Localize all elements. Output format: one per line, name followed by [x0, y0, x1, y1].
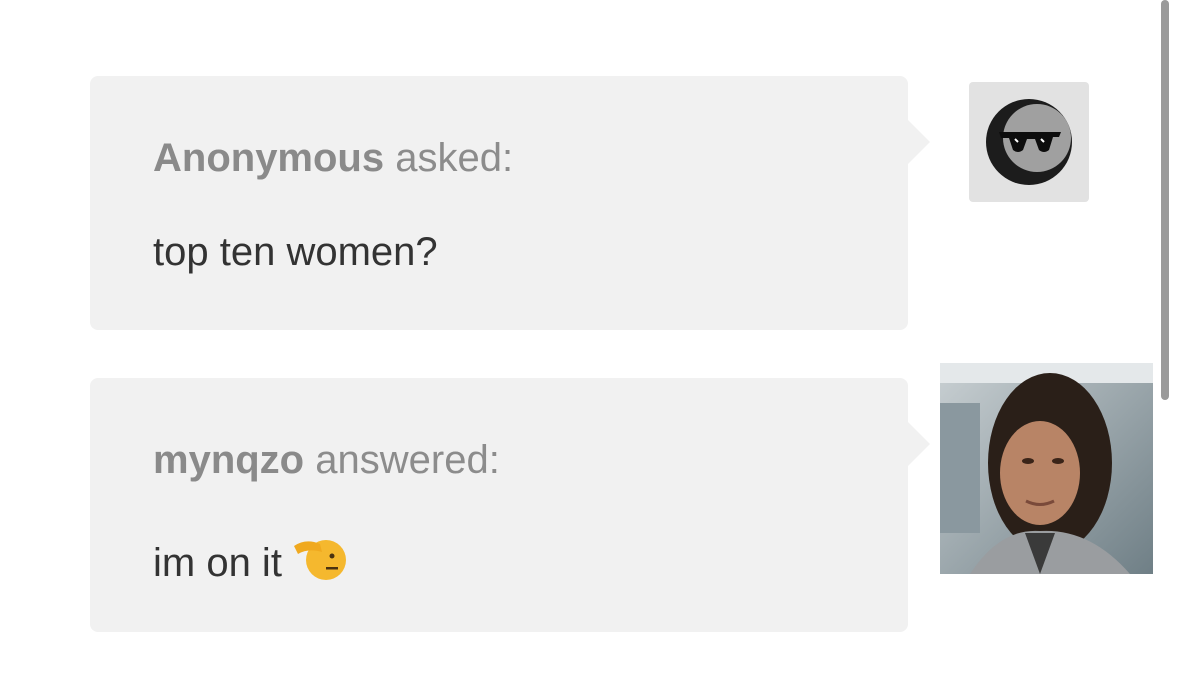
ask-thread: Anonymous asked: top ten women? mynqzo a…	[0, 0, 1179, 677]
anonymous-avatar[interactable]	[969, 82, 1089, 202]
question-verb: asked:	[395, 136, 514, 180]
question-header: Anonymous asked:	[153, 136, 513, 181]
question-text: top ten women?	[153, 230, 438, 274]
answer-body: im on it	[153, 532, 348, 592]
answer-author[interactable]: mynqzo	[153, 438, 304, 482]
question-bubble: Anonymous asked: top ten women?	[90, 76, 930, 330]
answer-bubble: mynqzo answered: im on it	[90, 378, 930, 632]
saluting-face-emoji-icon	[292, 532, 348, 592]
answer-verb: answered:	[315, 438, 500, 482]
answer-text: im on it	[153, 541, 282, 585]
question-author[interactable]: Anonymous	[153, 136, 384, 180]
answerer-avatar[interactable]	[940, 363, 1153, 574]
scrollbar-thumb[interactable]	[1161, 0, 1169, 400]
user-photo	[940, 363, 1153, 574]
answer-header: mynqzo answered:	[153, 438, 500, 483]
sunglasses-crescent-icon	[986, 99, 1072, 185]
